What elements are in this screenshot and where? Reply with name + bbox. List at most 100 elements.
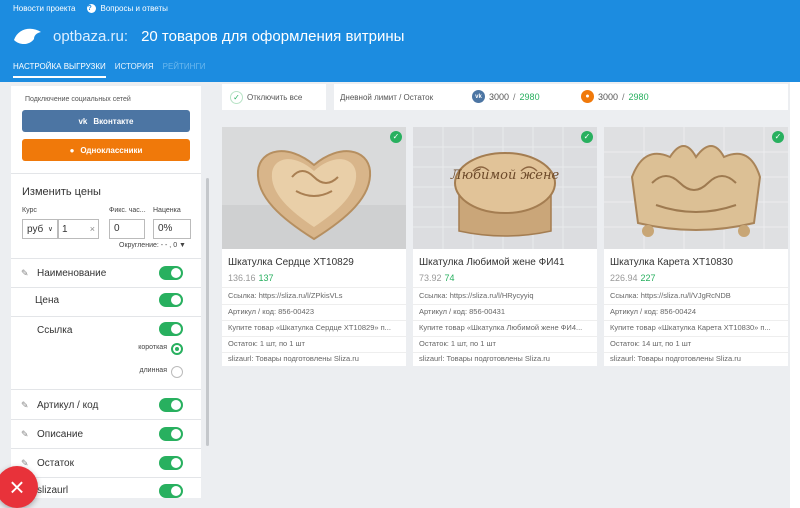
disable-all-button[interactable]: ✓ Отключить все: [222, 84, 322, 110]
product-stock: Остаток: 14 шт, по 1 шт: [610, 339, 692, 348]
toggle-stock[interactable]: [159, 456, 183, 470]
product-description: Купите товар «Шкатулка Сердце ХТ10829» п…: [228, 323, 391, 332]
rate-input[interactable]: 1 ×: [58, 219, 99, 239]
currency-select[interactable]: руб ∨: [22, 219, 58, 239]
link-long-radio[interactable]: [171, 366, 183, 378]
field-label-description: Описание: [37, 429, 84, 440]
faq-link[interactable]: ? Вопросы и ответы: [87, 4, 168, 13]
ok-connect-button[interactable]: ● Одноклассники: [22, 139, 190, 161]
toggle-description[interactable]: [159, 427, 183, 441]
field-row-price: Цена: [11, 287, 201, 315]
divider: [604, 287, 788, 288]
field-label-slizaurl: slizaurl: [37, 485, 69, 496]
product-description: Купите товар «Шкатулка Карета ХТ10830» п…: [610, 323, 771, 332]
right-panel-edge: [790, 82, 800, 508]
faq-link-label: Вопросы и ответы: [100, 4, 168, 13]
vk-limit-value: 3000: [489, 91, 510, 102]
vk-icon: vk: [78, 116, 88, 126]
divider: [11, 316, 201, 317]
product-photo: [222, 127, 406, 249]
product-card[interactable]: Любимой жене ✓ Шкатулка Любимой жене ФИ4…: [413, 127, 597, 366]
settings-sidebar: Подключение социальных сетей vk Вконтакт…: [11, 86, 201, 498]
divider: [11, 258, 201, 259]
rounding-select[interactable]: Округление: - - , 0 ▼: [119, 242, 186, 249]
top-bar: Новости проекта ? Вопросы и ответы optbaz…: [0, 0, 800, 82]
ok-left-value: 2980: [628, 91, 649, 102]
pencil-icon[interactable]: ✎: [21, 429, 29, 440]
field-row-link: Ссылка: [11, 318, 201, 346]
prices-section-title: Изменить цены: [22, 186, 101, 198]
news-link[interactable]: Новости проекта: [13, 4, 75, 13]
product-description: Купите товар «Шкатулка Любимой жене ФИ4.…: [419, 323, 583, 332]
product-link: Ссылка: https://sliza.ru/l/VJgRcNDB: [610, 291, 731, 300]
slash: /: [513, 91, 516, 102]
social-title: Подключение социальных сетей: [25, 96, 131, 103]
disable-all-label: Отключить все: [247, 92, 303, 102]
daily-limit-label: Дневной лимит / Остаток: [340, 93, 434, 102]
tab-export-settings[interactable]: НАСТРОЙКА ВЫГРУЗКИ: [13, 62, 106, 78]
divider: [413, 336, 597, 337]
product-card[interactable]: ✓ Шкатулка Карета ХТ10830 226.94 227 Ссыл…: [604, 127, 788, 366]
product-price: 73.92 74: [419, 273, 455, 283]
old-price: 73.92: [419, 273, 442, 283]
field-row-sku: ✎ Артикул / код: [11, 392, 201, 420]
product-sku: Артикул / код: 856-00431: [419, 307, 505, 316]
product-stock: Остаток: 1 шт, по 1 шт: [228, 339, 305, 348]
divider: [604, 320, 788, 321]
divider: [413, 352, 597, 353]
divider: [413, 287, 597, 288]
link-short-radio[interactable]: [171, 343, 183, 355]
tab-ratings[interactable]: РЕЙТИНГИ: [163, 62, 206, 78]
currency-value: руб: [27, 223, 44, 235]
toggle-slizaurl[interactable]: [159, 484, 183, 498]
brand-name[interactable]: optbaza.ru:: [53, 28, 128, 45]
limits-bar: ✓ Отключить все Дневной лимит / Остаток …: [222, 84, 788, 110]
product-price: 226.94 227: [610, 273, 656, 283]
field-row-stock: ✎ Остаток: [11, 450, 201, 478]
fixed-input[interactable]: 0: [109, 219, 145, 239]
fixed-label: Фикс. час...: [109, 207, 146, 214]
selected-check-icon[interactable]: ✓: [772, 131, 784, 143]
product-link: Ссылка: https://sliza.ru/l/ZPkisVLs: [228, 291, 343, 300]
toggle-name[interactable]: [159, 266, 183, 280]
selected-check-icon[interactable]: ✓: [390, 131, 402, 143]
vk-left-value: 2980: [519, 91, 540, 102]
brand: optbaza.ru: 20 товаров для оформления ви…: [12, 24, 404, 48]
clear-icon[interactable]: ×: [90, 224, 95, 234]
close-icon: ×: [9, 472, 25, 502]
question-icon: ?: [87, 4, 97, 13]
pencil-icon[interactable]: ✎: [21, 268, 29, 279]
check-icon: ✓: [230, 90, 243, 104]
close-fab-button[interactable]: ×: [0, 466, 38, 508]
toggle-sku[interactable]: [159, 398, 183, 412]
toggle-price[interactable]: [159, 293, 183, 307]
rate-value: 1: [62, 223, 68, 235]
divider: [222, 336, 406, 337]
ok-limit-value: 3000: [598, 91, 619, 102]
toggle-link[interactable]: [159, 322, 183, 336]
markup-input[interactable]: 0%: [153, 219, 191, 239]
divider: [222, 320, 406, 321]
product-card[interactable]: ✓ Шкатулка Сердце ХТ10829 136.16 137 Ссыл…: [222, 127, 406, 366]
sidebar-scrollbar[interactable]: [206, 178, 209, 446]
divider: [222, 287, 406, 288]
selected-check-icon[interactable]: ✓: [581, 131, 593, 143]
pencil-icon[interactable]: ✎: [21, 400, 29, 411]
old-price: 226.94: [610, 273, 638, 283]
product-stock: Остаток: 1 шт, по 1 шт: [419, 339, 496, 348]
product-photo: Любимой жене: [413, 127, 597, 249]
slash: /: [622, 91, 625, 102]
product-footer: slizaurl: Товары подготовлены Sliza.ru: [228, 354, 359, 363]
divider: [413, 320, 597, 321]
divider: [604, 352, 788, 353]
product-title: Шкатулка Сердце ХТ10829: [228, 257, 354, 268]
new-price: 227: [640, 273, 656, 283]
link-short-label: короткая: [138, 344, 167, 351]
top-links: Новости проекта ? Вопросы и ответы: [13, 4, 168, 13]
divider: [11, 419, 201, 420]
vk-connect-button[interactable]: vk Вконтакте: [22, 110, 190, 132]
field-row-slizaurl: slizaurl: [11, 479, 201, 498]
page-title: 20 товаров для оформления витрины: [141, 27, 405, 45]
divider: [604, 304, 788, 305]
tab-history[interactable]: ИСТОРИЯ: [115, 62, 154, 78]
